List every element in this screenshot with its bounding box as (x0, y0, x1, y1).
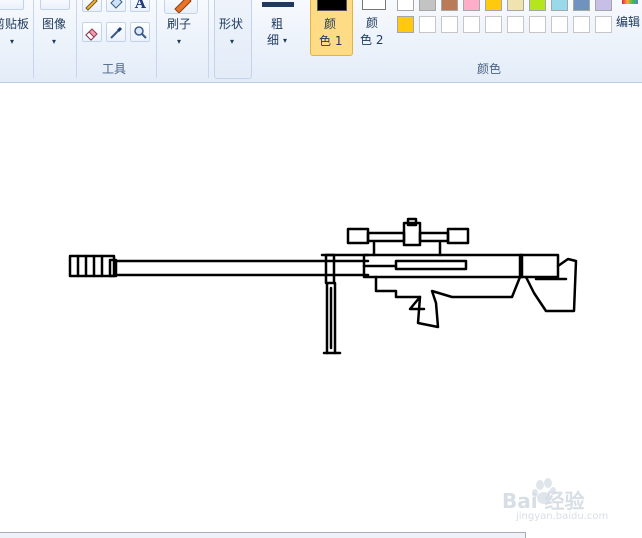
color2-label-line1: 颜 (366, 16, 379, 30)
fill-tool-button[interactable] (106, 0, 126, 12)
palette-swatch[interactable] (485, 16, 502, 33)
eyedropper-icon (110, 26, 123, 39)
palette-swatch[interactable] (419, 0, 436, 11)
color2-label-line2: 色 2 (360, 33, 384, 47)
color1-label-line1: 颜 (324, 17, 337, 31)
brushes-dropdown-icon[interactable]: ▾ (177, 38, 181, 46)
palette-swatch[interactable] (441, 0, 458, 11)
color1-swatch (317, 0, 347, 11)
ribbon: 剪贴板 ▾ 图像 ▾ A 工具 (0, 0, 642, 83)
text-tool-glyph: A (135, 0, 146, 12)
magnifier-icon (134, 26, 147, 39)
palette-swatch[interactable] (441, 16, 458, 33)
tools-group-label: 工具 (102, 62, 127, 76)
color2-swatch (362, 0, 386, 10)
paste-button[interactable] (0, 0, 24, 10)
watermark-url-text: jingyan.baidu.com (516, 511, 609, 522)
image-button-label[interactable]: 图像 (42, 17, 66, 31)
color1-button[interactable]: 颜 色 1 (310, 0, 353, 56)
size-button-label-line1[interactable]: 粗 (271, 17, 283, 31)
palette-swatch[interactable] (397, 0, 414, 11)
group-separator (208, 0, 209, 78)
size-dropdown-icon[interactable]: ▾ (283, 37, 287, 45)
pencil-icon (85, 0, 98, 11)
palette-swatch[interactable] (595, 16, 612, 33)
palette-swatch[interactable] (551, 16, 568, 33)
palette-swatch[interactable] (463, 0, 480, 11)
brush-icon (174, 0, 192, 14)
shapes-button-label[interactable]: 形状 (219, 17, 243, 31)
color-picker-tool-button[interactable] (106, 22, 126, 42)
fill-bucket-icon (110, 0, 123, 9)
sniper-rifle-drawing (68, 217, 578, 355)
palette-swatch[interactable] (507, 0, 524, 11)
palette-swatch[interactable] (529, 0, 546, 11)
palette-swatch[interactable] (573, 16, 590, 33)
horizontal-scrollbar[interactable] (0, 532, 526, 538)
palette-swatch[interactable] (595, 0, 612, 11)
size-line-preview (262, 2, 294, 7)
palette-swatch[interactable] (551, 0, 568, 11)
pencil-tool-button[interactable] (82, 0, 102, 12)
drawing-canvas[interactable] (0, 83, 642, 537)
palette-swatch[interactable] (397, 16, 414, 33)
eraser-tool-button[interactable] (82, 22, 102, 42)
shapes-dropdown-icon[interactable]: ▾ (230, 38, 234, 46)
palette-swatch[interactable] (463, 16, 480, 33)
color1-label-line2: 色 1 (319, 34, 343, 48)
clipboard-dropdown-icon[interactable]: ▾ (10, 38, 14, 46)
baidu-jingyan-watermark: Bai 经验 jingyan.baidu.com (482, 475, 632, 525)
color2-button[interactable]: 颜 色 2 (354, 0, 392, 54)
magnifier-tool-button[interactable] (130, 22, 150, 42)
image-dropdown-icon[interactable]: ▾ (52, 38, 56, 46)
palette-swatch[interactable] (573, 0, 590, 11)
watermark-brand-text: Bai 经验 (502, 489, 585, 513)
edit-colors-label: 编辑 (616, 15, 641, 29)
palette-swatch[interactable] (419, 16, 436, 33)
size-button-label-line2[interactable]: 细 (267, 33, 279, 47)
image-button[interactable] (40, 0, 70, 10)
group-separator (33, 0, 34, 78)
edit-colors-icon (622, 0, 638, 4)
eraser-icon (85, 28, 98, 41)
group-separator (76, 0, 77, 78)
palette-swatch[interactable] (507, 16, 524, 33)
brushes-button-label[interactable]: 刷子 (167, 17, 191, 31)
brush-button[interactable] (164, 0, 198, 14)
edit-colors-button[interactable]: 编辑 (616, 0, 642, 54)
palette-swatch[interactable] (485, 0, 502, 11)
group-separator (156, 0, 157, 78)
colors-group-label: 颜色 (477, 62, 502, 76)
palette-swatch[interactable] (529, 16, 546, 33)
text-tool-button[interactable]: A (130, 0, 150, 12)
clipboard-button-label[interactable]: 剪贴板 (0, 17, 29, 31)
